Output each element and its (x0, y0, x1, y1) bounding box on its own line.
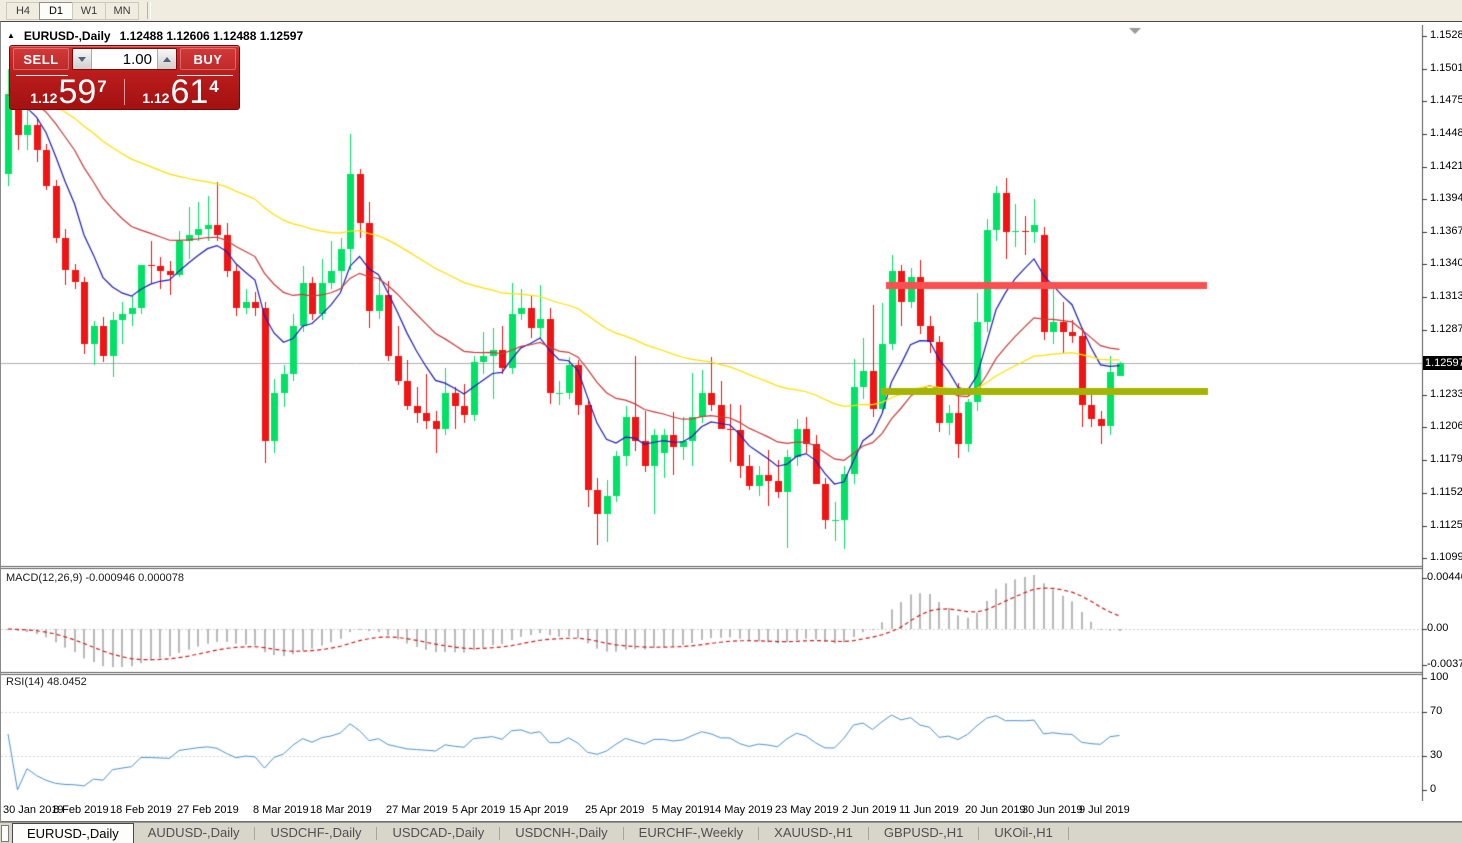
buy-button[interactable]: BUY (180, 48, 236, 70)
chart-tab-eurusd-daily[interactable]: EURUSD-,Daily (12, 823, 134, 843)
price-axis-label: 1.13135 (1430, 290, 1462, 302)
chart-tab-usdchf-daily[interactable]: USDCHF-,Daily (256, 823, 375, 843)
timeframe-button-d1[interactable]: D1 (39, 2, 73, 20)
macd-axis-label: 0.004465 (1427, 571, 1462, 583)
tab-scroll-spacer[interactable] (1, 825, 9, 842)
price-axis-label: 1.14210 (1430, 160, 1462, 172)
collapse-arrow-icon[interactable]: ▲ (7, 31, 15, 40)
chart-tabs: EURUSD-,DailyAUDUSD-,DailyUSDCHF-,DailyU… (12, 823, 1070, 843)
price-axis-label: 1.11795 (1430, 453, 1462, 465)
rsi-axis-label: 30 (1430, 749, 1442, 761)
date-axis-label: 9 Jul 2019 (1079, 804, 1130, 816)
date-axis-label: 27 Mar 2019 (386, 804, 448, 816)
bid-price-big: 59 (58, 77, 96, 108)
tab-separator (758, 827, 759, 840)
price-axis-label: 1.13945 (1430, 192, 1462, 204)
volume-input[interactable] (92, 49, 157, 69)
triangle-up-icon (163, 57, 171, 62)
chart-tab-gbpusd-h1[interactable]: GBPUSD-,H1 (870, 823, 977, 843)
date-axis-label: 8 Feb 2019 (53, 804, 109, 816)
bid-price-sup: 7 (97, 78, 106, 95)
ask-price-sup: 4 (209, 78, 218, 95)
chart-header: ▲ EURUSD-,Daily 1.12488 1.12606 1.12488 … (7, 29, 303, 43)
macd-axis-label: 0.00 (1427, 622, 1448, 634)
macd-axis-label: -0.003715 (1427, 658, 1462, 670)
timeframe-button-mn[interactable]: MN (105, 2, 139, 20)
tab-separator (1068, 827, 1069, 840)
timeframe-toolbar: H4D1W1MN (0, 0, 1462, 22)
price-axis-label: 1.14750 (1430, 94, 1462, 106)
date-axis-label: 5 Apr 2019 (452, 804, 505, 816)
ask-price-big: 61 (170, 77, 208, 108)
one-click-trading-panel: SELL BUY 1.12597 1.12614 (9, 45, 240, 110)
price-axis-label: 1.15015 (1430, 62, 1462, 74)
tab-separator (499, 827, 500, 840)
date-axis-label: 23 May 2019 (775, 804, 839, 816)
current-price-badge: 1.12597 (1423, 356, 1462, 370)
chart-tab-ukoil-h1[interactable]: UKOil-,H1 (980, 823, 1067, 843)
chart-tab-eurchf-weekly[interactable]: EURCHF-,Weekly (625, 823, 758, 843)
chart-window: ▲ EURUSD-,Daily 1.12488 1.12606 1.12488 … (0, 21, 1462, 822)
chart-overlay: ▲ EURUSD-,Daily 1.12488 1.12606 1.12488 … (1, 22, 1462, 802)
chart-tab-usdcnh-daily[interactable]: USDCNH-,Daily (501, 823, 621, 843)
volume-increase-button[interactable] (157, 49, 176, 69)
volume-spinner (72, 48, 177, 70)
rsi-axis-label: 0 (1430, 783, 1436, 795)
chart-tab-bar: EURUSD-,DailyAUDUSD-,DailyUSDCHF-,DailyU… (0, 822, 1462, 843)
sell-button[interactable]: SELL (13, 48, 69, 70)
price-axis-label: 1.11255 (1430, 519, 1462, 531)
date-axis-label: 11 Jun 2019 (899, 804, 959, 816)
price-axis-label: 1.12330 (1430, 388, 1462, 400)
date-axis-label: 2 Jun 2019 (842, 804, 896, 816)
tab-separator (868, 827, 869, 840)
date-axis-label: 5 May 2019 (652, 804, 709, 816)
timeframe-buttons: H4D1W1MN (6, 2, 138, 20)
macd-indicator-label: MACD(12,26,9) -0.000946 0.000078 (6, 572, 184, 584)
trade-panel-top-row: SELL BUY (13, 48, 236, 70)
toolbar-separator (147, 2, 151, 19)
date-axis-label: 25 Apr 2019 (585, 804, 644, 816)
triangle-down-icon (78, 57, 86, 62)
ask-price-prefix: 1.12 (142, 91, 169, 105)
ask-price[interactable]: 1.12614 (125, 77, 236, 107)
chart-tab-audusd-daily[interactable]: AUDUSD-,Daily (134, 823, 254, 843)
price-axis-label: 1.10990 (1430, 551, 1462, 563)
tab-separator (254, 827, 255, 840)
date-axis-label: 27 Feb 2019 (177, 804, 239, 816)
mt4-app: H4D1W1MN ▲ EURUSD-,Daily 1.12488 1.12606… (0, 0, 1462, 843)
price-axis-label: 1.13405 (1430, 257, 1462, 269)
rsi-indicator-label: RSI(14) 48.0452 (6, 676, 87, 688)
price-axis-label: 1.12870 (1430, 323, 1462, 335)
date-axis-label: 30 Jun 2019 (1022, 804, 1083, 816)
volume-decrease-button[interactable] (73, 49, 92, 69)
chart-symbol-title: EURUSD-,Daily (24, 29, 111, 43)
chart-tab-xauusd-h1[interactable]: XAUUSD-,H1 (760, 823, 867, 843)
price-axis-label: 1.13675 (1430, 225, 1462, 237)
date-axis-label: 14 May 2019 (709, 804, 773, 816)
date-axis-label: 8 Mar 2019 (253, 804, 309, 816)
price-axis-label: 1.11525 (1430, 486, 1462, 498)
tab-separator (978, 827, 979, 840)
tab-separator (376, 827, 377, 840)
timeframe-button-h4[interactable]: H4 (6, 2, 40, 20)
date-axis-label: 18 Feb 2019 (110, 804, 172, 816)
date-axis[interactable]: 30 Jan 20198 Feb 201918 Feb 201927 Feb 2… (1, 801, 1462, 823)
price-axis-label: 1.12065 (1430, 420, 1462, 432)
price-axis-label: 1.14480 (1430, 127, 1462, 139)
tab-separator (623, 827, 624, 840)
date-axis-label: 15 Apr 2019 (509, 804, 568, 816)
chart-tab-usdcad-daily[interactable]: USDCAD-,Daily (378, 823, 498, 843)
date-axis-label: 18 Mar 2019 (310, 804, 372, 816)
rsi-axis-label: 70 (1430, 705, 1442, 717)
chart-ohlc-values: 1.12488 1.12606 1.12488 1.12597 (120, 29, 304, 43)
bid-price[interactable]: 1.12597 (13, 77, 124, 107)
rsi-axis-label: 100 (1430, 671, 1448, 683)
price-axis-label: 1.15285 (1430, 29, 1462, 41)
timeframe-button-w1[interactable]: W1 (72, 2, 106, 20)
date-axis-label: 20 Jun 2019 (965, 804, 1026, 816)
bid-price-prefix: 1.12 (30, 91, 57, 105)
trade-panel-prices: 1.12597 1.12614 (13, 77, 236, 107)
